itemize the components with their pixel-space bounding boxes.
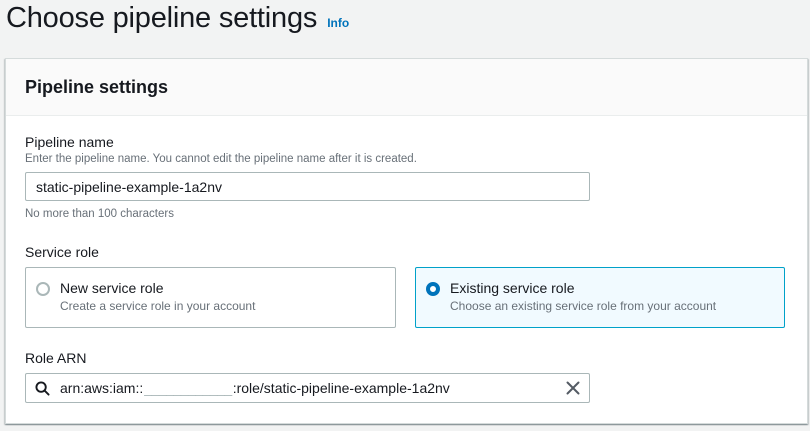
radio-option-description: Choose an existing service role from you… [450, 299, 717, 313]
info-link[interactable]: Info [327, 16, 349, 30]
role-arn-suffix: :role/static-pipeline-example-1a2nv [232, 380, 450, 396]
page-title: Choose pipeline settings [6, 2, 318, 34]
radio-option-title: New service role [60, 280, 164, 296]
existing-service-role-option[interactable]: Existing service role Choose an existing… [415, 267, 785, 328]
panel-header: Pipeline settings [6, 59, 807, 116]
pipeline-settings-panel: Pipeline settings Pipeline name Enter th… [5, 58, 808, 424]
pipeline-name-constraint: No more than 100 characters [25, 208, 174, 220]
radio-button-selected[interactable] [426, 282, 440, 296]
pipeline-name-label: Pipeline name [25, 134, 114, 150]
new-service-role-option[interactable]: New service role Create a service role i… [25, 267, 396, 328]
service-role-label: Service role [25, 244, 99, 260]
close-icon[interactable] [566, 381, 580, 395]
role-arn-label: Role ARN [25, 350, 87, 366]
page-header: Choose pipeline settings Info [6, 2, 349, 35]
pipeline-name-description: Enter the pipeline name. You cannot edit… [25, 153, 417, 165]
role-arn-prefix: arn:aws:iam:: [60, 380, 144, 396]
search-icon [35, 380, 50, 396]
pipeline-name-input[interactable] [25, 172, 590, 201]
role-arn-masked-account: ____________ [144, 380, 232, 396]
radio-option-description: Create a service role in your account [60, 299, 256, 313]
panel-title: Pipeline settings [25, 77, 169, 97]
radio-button-unselected[interactable] [36, 282, 50, 296]
role-arn-search-input[interactable]: arn:aws:iam:: ____________ :role/static-… [25, 373, 590, 403]
radio-option-title: Existing service role [450, 280, 575, 296]
